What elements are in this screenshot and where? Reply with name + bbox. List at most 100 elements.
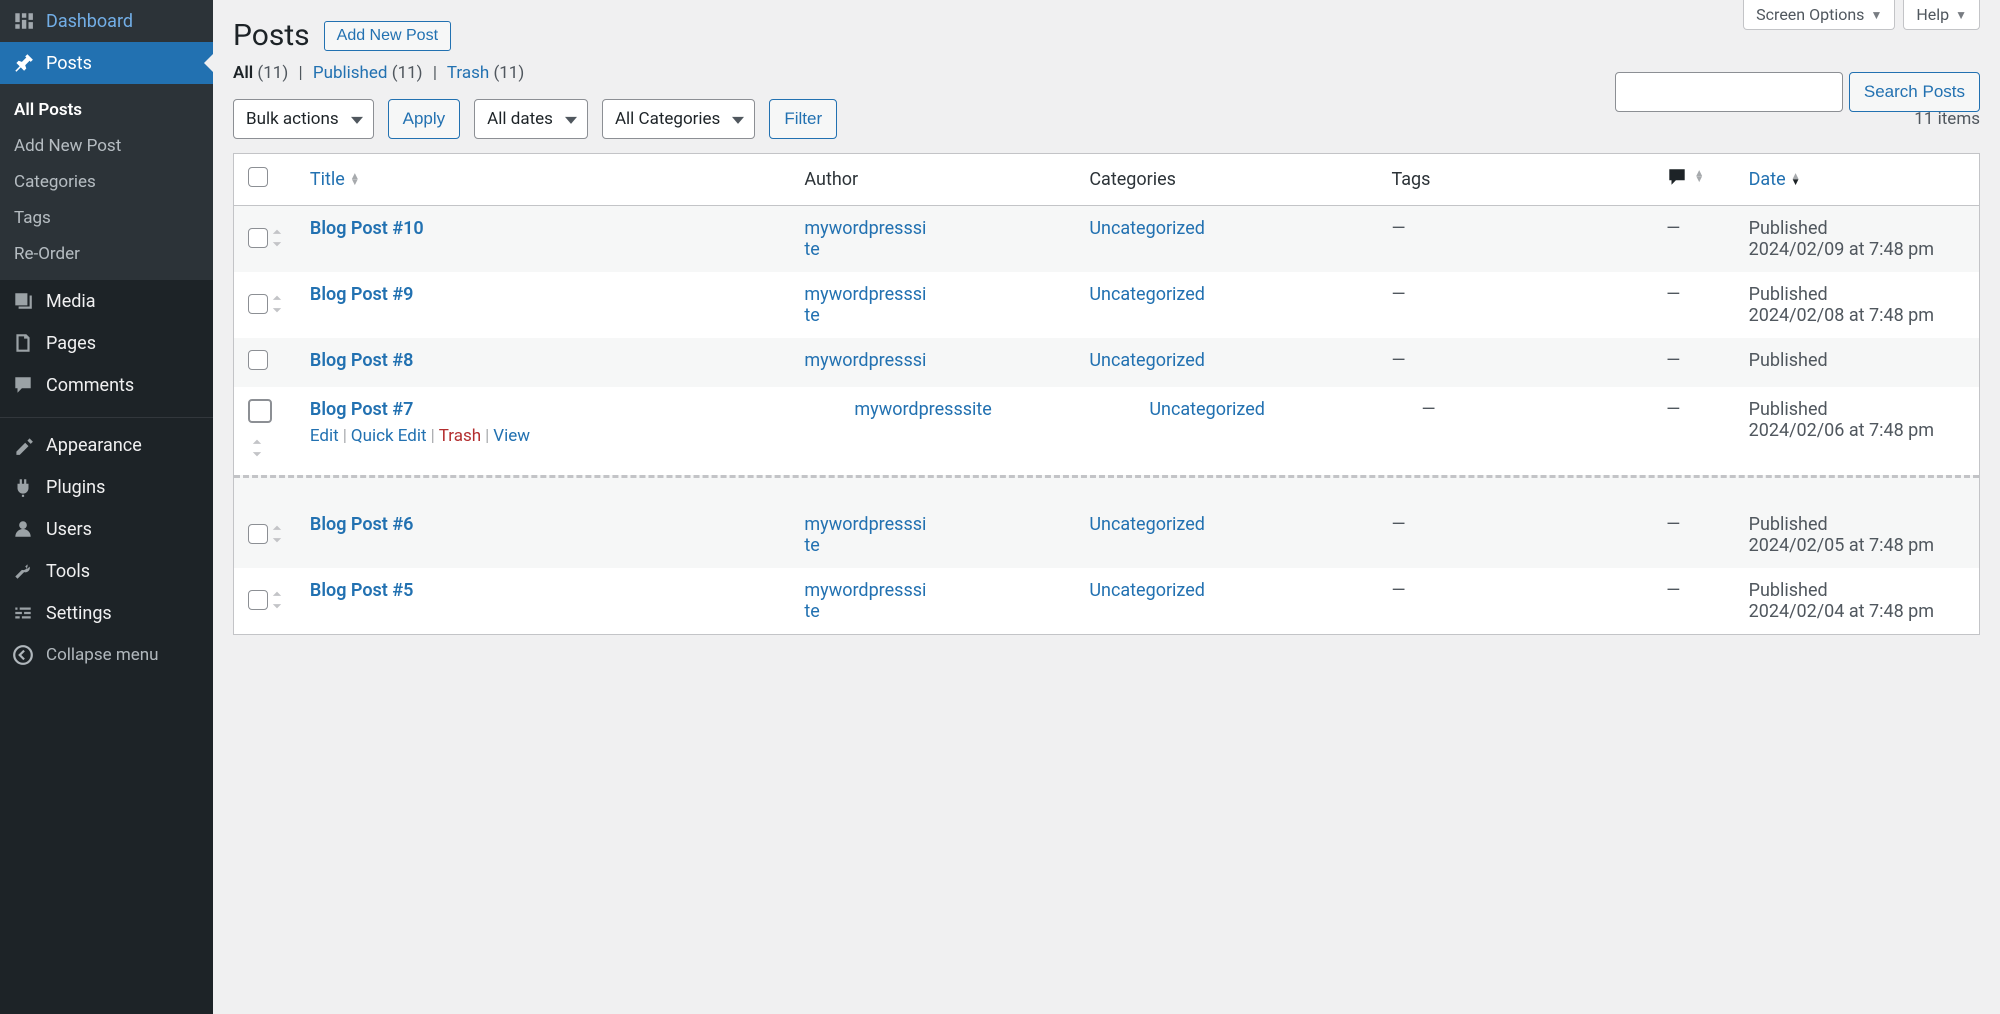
sidebar-label: Posts [46,53,92,74]
category-link[interactable]: Uncategorized [1089,350,1205,371]
post-title-link[interactable]: Blog Post #8 [310,350,413,371]
date-cell: Published2024/02/06 at 7:48 pm [1739,387,1979,475]
post-title-link[interactable]: Blog Post #6 [310,514,413,535]
author-link[interactable]: mywordpresssite [854,399,991,420]
view-link[interactable]: View [493,426,530,446]
comments-cell: — [1666,350,1680,371]
row-checkbox[interactable] [248,228,268,248]
sidebar-item-posts[interactable]: Posts [0,42,213,84]
category-link[interactable]: Uncategorized [1089,284,1205,305]
tags-cell: — [1392,514,1406,535]
submenu-add-new[interactable]: Add New Post [0,128,213,164]
comment-icon [1666,166,1688,188]
column-author[interactable]: Author [794,154,1079,206]
sidebar-item-tools[interactable]: Tools [0,550,213,592]
search-posts-input[interactable] [1615,72,1843,112]
sidebar-label: Comments [46,375,134,396]
sidebar-item-pages[interactable]: Pages [0,322,213,364]
filter-all[interactable]: All (11) [233,63,288,83]
column-title[interactable]: Title ▲▼ [310,169,360,190]
submenu-reorder[interactable]: Re-Order [0,236,213,272]
author-link[interactable]: mywordpresssite [804,580,926,622]
search-posts-button[interactable]: Search Posts [1849,72,1980,112]
plugins-icon [12,476,34,498]
submenu-all-posts[interactable]: All Posts [0,92,213,128]
reorder-handle[interactable] [268,524,286,549]
submenu-categories[interactable]: Categories [0,164,213,200]
category-link[interactable]: Uncategorized [1089,580,1205,601]
filter-button[interactable]: Filter [769,99,837,139]
category-link[interactable]: Uncategorized [1149,399,1265,420]
table-row: Blog Post #5 mywordpresssite Uncategorized… [234,568,1979,634]
row-checkbox[interactable] [248,294,268,314]
column-date[interactable]: Date ▲▼ [1749,169,1801,190]
row-checkbox[interactable] [248,399,272,423]
admin-sidebar: Dashboard Posts All Posts Add New Post C… [0,0,213,1014]
screen-options-tab[interactable]: Screen Options▼ [1743,0,1895,30]
table-row: Blog Post #8mywordpresssiUncategorized——… [234,338,1979,387]
date-cell: Published2024/02/08 at 7:48 pm [1739,272,1979,338]
column-categories[interactable]: Categories [1079,154,1381,206]
column-comments[interactable]: ▲▼ [1656,154,1738,206]
category-link[interactable]: Uncategorized [1089,218,1205,239]
pushpin-icon [12,52,34,74]
date-filter-select[interactable]: All dates [474,99,588,139]
reorder-handle[interactable] [268,228,286,253]
row-checkbox[interactable] [248,350,268,370]
filter-published[interactable]: Published (11) [313,63,423,83]
author-link[interactable]: mywordpresssite [804,284,926,326]
sidebar-item-dashboard[interactable]: Dashboard [0,0,213,42]
post-title-link[interactable]: Blog Post #10 [310,218,424,239]
edit-link[interactable]: Edit [310,426,339,446]
sidebar-item-media[interactable]: Media [0,280,213,322]
category-filter-select[interactable]: All Categories [602,99,755,139]
row-checkbox[interactable] [248,524,268,544]
bulk-actions-select[interactable]: Bulk actions [233,99,374,139]
reorder-handle[interactable] [268,294,286,319]
sidebar-item-settings[interactable]: Settings [0,592,213,634]
tools-icon [12,560,34,582]
add-new-post-button[interactable]: Add New Post [324,21,451,51]
comments-cell: — [1666,399,1680,420]
row-checkbox[interactable] [248,590,268,610]
category-link[interactable]: Uncategorized [1089,514,1205,535]
author-link[interactable]: mywordpresssite [804,218,926,260]
sidebar-item-appearance[interactable]: Appearance [0,424,213,466]
appearance-icon [12,434,34,456]
tags-cell: — [1392,218,1406,239]
trash-link[interactable]: Trash [439,426,481,446]
quick-edit-link[interactable]: Quick Edit [351,426,427,446]
sidebar-label: Users [46,519,92,540]
collapse-menu-button[interactable]: Collapse menu [0,634,213,676]
post-title-link[interactable]: Blog Post #5 [310,580,413,601]
sidebar-item-comments[interactable]: Comments [0,364,213,406]
items-count: 11 items [1914,109,1980,129]
comments-icon [12,374,34,396]
reorder-handle[interactable] [248,438,266,463]
filter-trash[interactable]: Trash (11) [447,63,524,83]
date-cell: Published2024/02/04 at 7:48 pm [1739,568,1979,634]
sort-icon: ▲▼ [1791,174,1801,186]
sidebar-item-plugins[interactable]: Plugins [0,466,213,508]
column-tags[interactable]: Tags [1382,154,1657,206]
select-all-checkbox[interactable] [248,167,268,187]
sidebar-item-users[interactable]: Users [0,508,213,550]
posts-table: Title ▲▼ Author Categories Tags ▲▼ Date … [233,153,1980,635]
reorder-handle[interactable] [268,590,286,615]
row-actions: Edit|Quick Edit|Trash|View [310,426,784,446]
dashboard-icon [12,10,34,32]
author-link[interactable]: mywordpresssi [804,350,926,371]
tags-cell: — [1422,399,1436,420]
submenu-tags[interactable]: Tags [0,200,213,236]
help-tab[interactable]: Help▼ [1903,0,1980,30]
post-title-link[interactable]: Blog Post #7 [310,399,413,420]
sidebar-label: Appearance [46,435,142,456]
date-cell: Published [1739,338,1979,387]
sort-icon: ▲▼ [1694,171,1704,183]
author-link[interactable]: mywordpresssite [804,514,926,556]
post-title-link[interactable]: Blog Post #9 [310,284,413,305]
apply-button[interactable]: Apply [388,99,461,139]
sidebar-label: Dashboard [46,11,133,32]
sidebar-label: Pages [46,333,96,354]
menu-separator [0,412,213,418]
